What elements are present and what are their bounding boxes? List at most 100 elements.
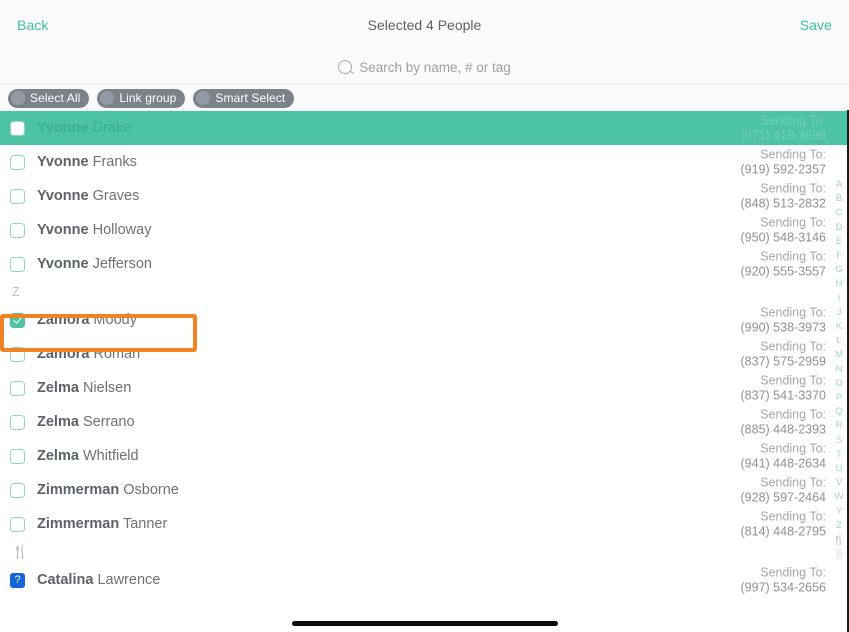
checkbox-unchecked[interactable] — [10, 380, 25, 396]
sending-to-label: Sending To: — [760, 147, 826, 162]
checkbox-unchecked[interactable] — [10, 188, 25, 204]
checkbox-unchecked[interactable] — [10, 222, 25, 238]
checkbox-unchecked[interactable] — [10, 482, 25, 498]
sending-to-label: Sending To: — [760, 249, 826, 264]
checkbox-checked[interactable] — [10, 312, 25, 328]
contact-row[interactable]: Y Yvonne Drake Sending To: (971) 419-3698 — [0, 111, 849, 145]
checkbox-unchecked[interactable] — [10, 120, 25, 136]
alpha-index-letter[interactable]: Z — [836, 519, 842, 533]
contact-name: Yvonne Graves — [37, 188, 139, 204]
contact-last-name: Roman — [93, 346, 141, 362]
alpha-index-letter[interactable]: G — [835, 263, 842, 277]
contact-row[interactable]: Zamora Roman Sending To: (837) 575-2959 — [0, 337, 849, 371]
missing-glyph-icon: ? — [10, 572, 25, 588]
contact-name: Yvonne Jefferson — [37, 256, 152, 272]
contact-first-name: Zelma — [37, 414, 79, 430]
home-indicator[interactable] — [291, 620, 558, 626]
contact-row[interactable]: Zelma Nielsen Sending To: (837) 541-3370 — [0, 371, 849, 405]
alpha-index-letter[interactable]: N — [836, 363, 843, 377]
sending-to-phone: (990) 538-3973 — [740, 320, 826, 334]
contact-list[interactable]: Y Yvonne Drake Sending To: (971) 419-3698 Yv… — [0, 111, 849, 615]
checkbox-unchecked[interactable] — [10, 448, 25, 464]
contact-row[interactable]: ? Catalina Lawrence Sending To: (997) 534-2… — [0, 563, 849, 597]
alpha-index-letter[interactable]: V — [836, 476, 842, 490]
sending-to-block: Sending To: (919) 592-2357 — [741, 147, 826, 177]
contact-first-name: Zamora — [37, 312, 90, 328]
contact-first-name: Yvonne — [37, 154, 89, 170]
alpha-index-letter[interactable]: M — [835, 348, 843, 362]
contact-row[interactable]: Yvonne Jefferson Sending To: (920) 555-355… — [0, 247, 849, 281]
alphabet-index[interactable]: A B C D E F G H I J K L M N O P Q R S T U V W Y Z 🍴 ▒ — [831, 178, 847, 561]
search-placeholder: Search by name, # or tag — [359, 59, 511, 75]
alpha-index-letter[interactable]: B — [836, 192, 842, 206]
alpha-index-letter[interactable]: R — [836, 419, 843, 433]
search-icon — [338, 60, 353, 74]
alpha-index-emoji[interactable]: 🍴 — [833, 533, 844, 547]
alpha-index-letter[interactable]: I — [838, 292, 841, 306]
alpha-index-letter[interactable]: T — [836, 448, 842, 462]
contact-row[interactable]: Zelma Serrano Sending To: (885) 448-2393 — [0, 405, 849, 439]
contact-row[interactable]: Zamora Moody Sending To: (990) 538-3973 — [0, 303, 849, 337]
contact-last-name: Holloway — [92, 222, 152, 238]
contact-last-name: Graves — [92, 188, 140, 204]
sending-to-phone: (885) 448-2393 — [740, 422, 826, 436]
contact-last-name: Serrano — [82, 414, 135, 430]
alpha-index-letter[interactable]: Q — [835, 405, 842, 419]
alpha-index-emoji[interactable]: ▒ — [836, 547, 842, 561]
alpha-index-letter[interactable]: C — [836, 206, 843, 220]
section-header: 🍴 — [12, 544, 30, 559]
alpha-index-letter[interactable]: K — [836, 320, 842, 334]
alpha-index-letter[interactable]: W — [835, 490, 844, 504]
sending-to-label: Sending To: — [760, 373, 826, 388]
toggle-pill-select-all[interactable]: Select All — [8, 88, 90, 108]
sending-to-phone: (920) 555-3557 — [740, 264, 826, 278]
alpha-index-letter[interactable]: F — [836, 249, 842, 263]
alpha-index-letter[interactable]: O — [835, 377, 842, 391]
contact-last-name: Nielsen — [82, 380, 132, 396]
sending-to-block: Sending To: (837) 575-2959 — [741, 339, 826, 369]
section-header: Z — [12, 285, 20, 299]
contact-row[interactable]: Yvonne Holloway Sending To: (950) 548-3146 — [0, 213, 849, 247]
contact-first-name: Yvonne — [37, 188, 89, 204]
alpha-index-letter[interactable]: S — [836, 434, 842, 448]
alpha-index-letter[interactable]: A — [836, 178, 842, 192]
checkbox-unchecked[interactable] — [10, 516, 25, 532]
sending-to-label: Sending To: — [760, 113, 826, 128]
search-bar[interactable]: Search by name, # or tag — [0, 50, 849, 85]
toggle-pill-link-group[interactable]: Link group — [97, 88, 186, 108]
back-button[interactable]: Back — [15, 13, 51, 37]
toggle-pill-smart-select[interactable]: Smart Select — [193, 88, 295, 108]
alpha-index-letter[interactable]: L — [836, 334, 841, 348]
sending-to-label: Sending To: — [760, 305, 826, 320]
search-input[interactable]: Search by name, # or tag — [338, 60, 511, 75]
checkbox-unchecked[interactable] — [10, 154, 25, 170]
alpha-index-letter[interactable]: E — [836, 235, 842, 249]
contact-name: Zelma Nielsen — [37, 380, 131, 396]
checkbox-unchecked[interactable] — [10, 256, 25, 272]
contact-row[interactable]: Yvonne Franks Sending To: (919) 592-2357 — [0, 145, 849, 179]
alpha-index-letter[interactable]: D — [836, 221, 843, 235]
sending-to-label: Sending To: — [760, 475, 826, 490]
alpha-index-letter[interactable]: H — [836, 277, 843, 291]
save-button[interactable]: Save — [798, 13, 834, 37]
sending-to-phone: (814) 448-2795 — [740, 524, 826, 538]
sending-to-block: Sending To: (997) 534-2656 — [741, 565, 826, 595]
sending-to-phone: (928) 597-2464 — [740, 490, 826, 504]
contact-name: Zimmerman Tanner — [37, 516, 167, 532]
sending-to-block: Sending To: (941) 448-2634 — [741, 441, 826, 471]
alpha-index-letter[interactable]: P — [836, 391, 842, 405]
sending-to-block: Sending To: (920) 555-3557 — [741, 249, 826, 279]
contact-row[interactable]: Zimmerman Osborne Sending To: (928) 597-24… — [0, 473, 849, 507]
contact-row[interactable]: Yvonne Graves Sending To: (848) 513-2832 — [0, 179, 849, 213]
contact-name: Zamora Roman — [37, 346, 140, 362]
alpha-index-letter[interactable]: U — [836, 462, 843, 476]
contact-row[interactable]: Zelma Whitfield Sending To: (941) 448-2634 — [0, 439, 849, 473]
contact-first-name: Yvonne — [37, 256, 89, 272]
sending-to-phone: (848) 513-2832 — [740, 196, 826, 210]
alpha-index-letter[interactable]: Y — [836, 505, 842, 519]
contact-last-name: Drake — [92, 120, 132, 136]
checkbox-unchecked[interactable] — [10, 414, 25, 430]
alpha-index-letter[interactable]: J — [837, 306, 842, 320]
checkbox-unchecked[interactable] — [10, 346, 25, 362]
contact-row[interactable]: Zimmerman Tanner Sending To: (814) 448-279… — [0, 507, 849, 541]
